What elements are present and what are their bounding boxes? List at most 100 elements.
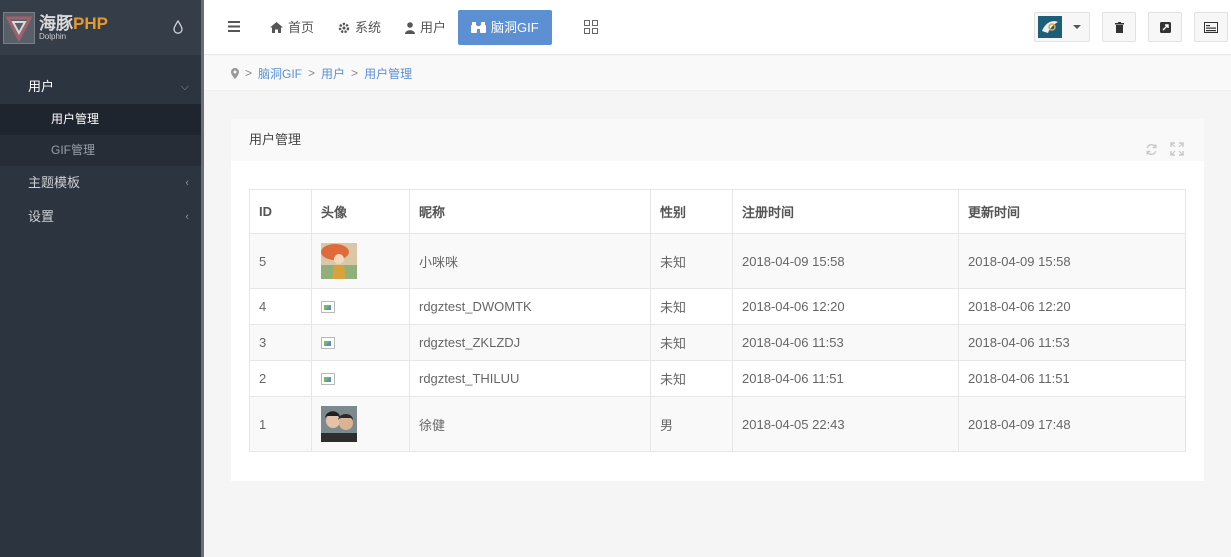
cell-created: 2018-04-05 22:43: [732, 396, 959, 452]
cell-updated: 2018-04-09 17:48: [958, 396, 1186, 452]
cell-gender: 未知: [650, 360, 733, 397]
cell-avatar: [311, 324, 410, 361]
cell-avatar: [311, 288, 410, 325]
table-row[interactable]: 2 rdgztest_THILUU 未知 2018-04-06 11:51 20…: [249, 360, 1186, 397]
table-row[interactable]: 3 rdgztest_ZKLZDJ 未知 2018-04-06 11:53 20…: [249, 324, 1186, 361]
open-frontend-button[interactable]: [1148, 12, 1182, 42]
map-marker-icon: [231, 67, 239, 79]
table-row[interactable]: 1 徐健 男 2018-04-05 22:43 2018-04-09 17:48: [249, 396, 1186, 452]
brand-sub: Dolphin: [39, 31, 67, 41]
table-header-row: ID 头像 昵称 性别 注册时间 更新时间: [249, 189, 1186, 234]
cell-created: 2018-04-06 11:53: [732, 324, 959, 361]
cell-updated: 2018-04-06 12:20: [958, 288, 1186, 325]
chevron-right-icon: >: [308, 66, 316, 80]
panel-title: 用户管理: [249, 132, 302, 147]
cell-id: 2: [249, 360, 312, 397]
brand-name: 海豚: [39, 13, 73, 33]
cell-gender: 未知: [650, 233, 733, 289]
cell-nickname: rdgztest_DWOMTK: [409, 288, 651, 325]
cell-created: 2018-04-09 15:58: [732, 233, 959, 289]
avatar[interactable]: [321, 406, 357, 442]
brand: 海豚PHP Dolphin: [0, 0, 201, 55]
external-link-icon: [1159, 21, 1171, 33]
cell-id: 1: [249, 396, 312, 452]
user-table: ID 头像 昵称 性别 注册时间 更新时间 5 小咪咪 未知 2018-04-0…: [249, 189, 1186, 452]
trash-icon: [1114, 21, 1124, 33]
cell-id: 3: [249, 324, 312, 361]
top-nav: 首页 系统 用户 脑洞GIF: [258, 10, 552, 45]
cell-updated: 2018-04-09 15:58: [958, 233, 1186, 289]
top-nav-home[interactable]: 首页: [258, 10, 326, 45]
user-manage-panel: 用户管理 ID 头像 昵称 性别 注册时间 更新时间 5 小咪咪 未知 2018…: [231, 119, 1204, 481]
column-header-nickname[interactable]: 昵称: [409, 189, 651, 234]
top-nav-gif[interactable]: 脑洞GIF: [458, 10, 552, 45]
cell-updated: 2018-04-06 11:53: [958, 324, 1186, 361]
cell-created: 2018-04-06 11:51: [732, 360, 959, 397]
home-icon: [270, 22, 283, 33]
top-nav-system[interactable]: 系统: [326, 10, 393, 45]
avatar: [1038, 16, 1062, 38]
sidebar: 海豚PHP Dolphin 用户 ⌵ 用户管理 GIF管理 主题模板 ‹ 设置 …: [0, 0, 201, 557]
user-menu-button[interactable]: [1034, 12, 1090, 42]
cell-gender: 未知: [650, 288, 733, 325]
chevron-right-icon: >: [245, 66, 253, 80]
cell-nickname: rdgztest_THILUU: [409, 360, 651, 397]
binoculars-icon: [471, 22, 487, 33]
clear-cache-button[interactable]: [1102, 12, 1136, 42]
refresh-icon[interactable]: [1145, 131, 1158, 173]
chevron-left-icon: ‹: [185, 211, 189, 223]
cell-nickname: rdgztest_ZKLZDJ: [409, 324, 651, 361]
toolbar-right: [1034, 12, 1231, 42]
top-nav-label: 首页: [288, 20, 315, 35]
cell-created: 2018-04-06 12:20: [732, 288, 959, 325]
cell-avatar: [311, 396, 410, 452]
column-header-updated[interactable]: 更新时间: [958, 189, 1186, 234]
gear-icon: [338, 22, 350, 33]
column-header-id[interactable]: ID: [249, 189, 312, 234]
apps-grid-icon[interactable]: [584, 20, 598, 37]
sidebar-item-theme[interactable]: 主题模板 ‹: [0, 166, 201, 200]
fullscreen-icon[interactable]: [1170, 131, 1184, 173]
breadcrumb-item-user[interactable]: 用户: [321, 65, 345, 82]
cell-avatar: [311, 360, 410, 397]
topbar: 首页 系统 用户 脑洞GIF: [204, 0, 1231, 55]
logo[interactable]: [3, 11, 35, 44]
sidebar-subitem-user-manage[interactable]: 用户管理: [0, 104, 201, 135]
sidebar-subitem-gif-manage[interactable]: GIF管理: [0, 135, 201, 166]
top-nav-label: 脑洞GIF: [491, 20, 539, 35]
list-panel-icon: [1204, 21, 1218, 33]
breadcrumb-item-gif[interactable]: 脑洞GIF: [258, 65, 302, 82]
top-nav-user[interactable]: 用户: [393, 10, 458, 45]
sidebar-item-label: 设置: [28, 209, 55, 224]
cell-gender: 未知: [650, 324, 733, 361]
cell-avatar: [311, 233, 410, 289]
menu-toggle-icon[interactable]: [228, 20, 240, 35]
column-header-gender[interactable]: 性别: [650, 189, 733, 234]
sidebar-item-label: 主题模板: [28, 175, 81, 190]
sidebar-subnav: 用户管理 GIF管理: [0, 104, 201, 166]
chevron-left-icon: ‹: [185, 177, 189, 189]
table-row[interactable]: 4 rdgztest_DWOMTK 未知 2018-04-06 12:20 20…: [249, 288, 1186, 325]
side-panel-button[interactable]: [1194, 12, 1228, 42]
breadcrumb-item-user-manage[interactable]: 用户管理: [364, 65, 412, 82]
cell-nickname: 徐健: [409, 396, 651, 452]
sidebar-item-user[interactable]: 用户 ⌵: [0, 70, 201, 104]
sidebar-item-label: 用户: [28, 79, 55, 94]
cell-id: 4: [249, 288, 312, 325]
broken-image-icon: [321, 372, 335, 385]
brand-name-suffix: PHP: [73, 13, 108, 33]
user-icon: [405, 21, 416, 34]
column-header-created[interactable]: 注册时间: [732, 189, 959, 234]
avatar[interactable]: [321, 243, 357, 279]
sidebar-item-settings[interactable]: 设置 ‹: [0, 200, 201, 234]
top-nav-label: 系统: [355, 20, 382, 35]
panel-header: 用户管理: [231, 119, 1204, 161]
table-row[interactable]: 5 小咪咪 未知 2018-04-09 15:58 2018-04-09 15:…: [249, 233, 1186, 289]
cell-nickname: 小咪咪: [409, 233, 651, 289]
top-nav-label: 用户: [420, 20, 447, 35]
column-header-avatar: 头像: [311, 189, 410, 234]
chevron-right-icon: >: [351, 66, 359, 80]
broken-image-icon: [321, 336, 335, 349]
theme-drop-icon[interactable]: [173, 19, 183, 37]
cell-updated: 2018-04-06 11:51: [958, 360, 1186, 397]
